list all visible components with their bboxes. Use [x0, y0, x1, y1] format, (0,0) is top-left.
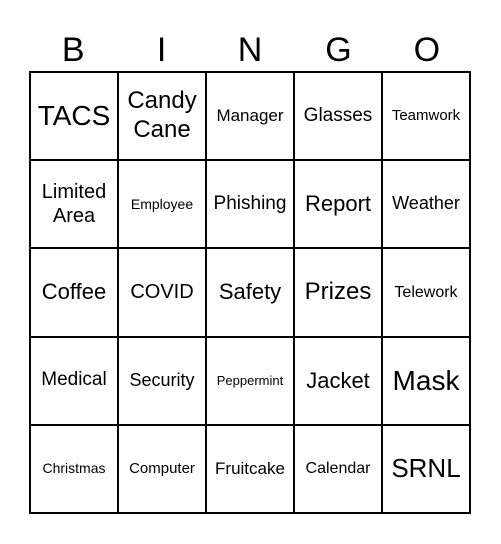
bingo-cell[interactable]: Employee	[118, 160, 206, 249]
bingo-cell[interactable]: Glasses	[294, 72, 382, 161]
header-letter-g: G	[325, 31, 352, 69]
bingo-header: B I N G O	[29, 28, 471, 72]
bingo-cell[interactable]: Peppermint	[206, 336, 294, 425]
header-letter-o: O	[413, 31, 441, 69]
bingo-cell[interactable]: COVID	[118, 248, 206, 337]
header-letter-i: I	[156, 31, 167, 69]
bingo-cell[interactable]: Jacket	[294, 336, 382, 425]
bingo-cell[interactable]: Medical	[30, 336, 118, 425]
bingo-cell[interactable]: Report	[294, 160, 382, 249]
header-letter-n: N	[237, 31, 263, 69]
bingo-cell[interactable]: Safety	[206, 248, 294, 337]
bingo-cell[interactable]: Christmas	[30, 424, 118, 513]
bingo-cell[interactable]: Fruitcake	[206, 424, 294, 513]
bingo-cell[interactable]: Prizes	[294, 248, 382, 337]
bingo-cell[interactable]: Calendar	[294, 424, 382, 513]
bingo-cell[interactable]: Computer	[118, 424, 206, 513]
bingo-cell[interactable]: Phishing	[206, 160, 294, 249]
bingo-cell[interactable]: Coffee	[30, 248, 118, 337]
bingo-grid: TACS Candy Cane Manager Glasses Teamwork…	[29, 71, 471, 514]
header-letter-b: B	[61, 31, 85, 69]
bingo-cell[interactable]: Limited Area	[30, 160, 118, 249]
bingo-cell[interactable]: Mask	[382, 336, 470, 425]
bingo-cell[interactable]: SRNL	[382, 424, 470, 513]
bingo-cell[interactable]: Telework	[382, 248, 470, 337]
bingo-cell[interactable]: Candy Cane	[118, 72, 206, 161]
bingo-cell[interactable]: Manager	[206, 72, 294, 161]
bingo-cell[interactable]: Teamwork	[382, 72, 470, 161]
bingo-cell[interactable]: Weather	[382, 160, 470, 249]
bingo-cell[interactable]: Security	[118, 336, 206, 425]
bingo-cell[interactable]: TACS	[30, 72, 118, 161]
